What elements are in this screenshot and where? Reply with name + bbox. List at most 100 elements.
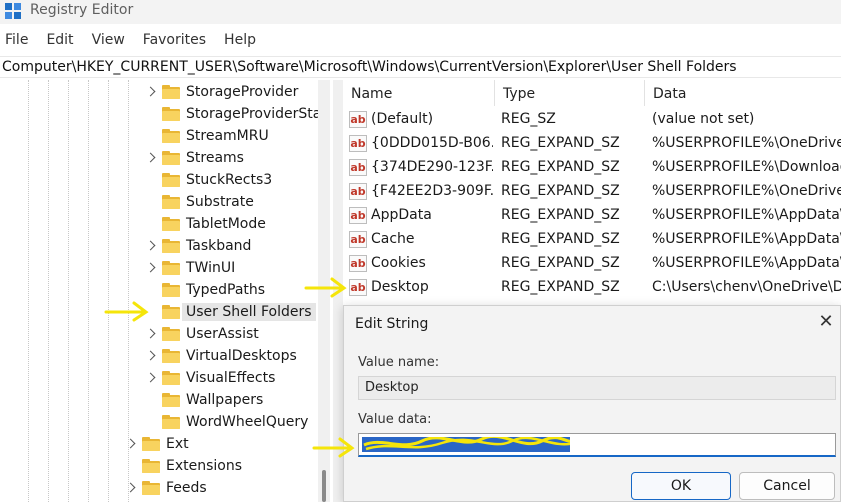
tree-item-user-shell-folders[interactable]: User Shell Folders [146,301,316,323]
value-name: AppData [371,207,432,223]
value-row[interactable]: ab Cache REG_EXPAND_SZ %USERPROFILE%\App… [343,228,841,252]
folder-icon [162,195,180,209]
folder-icon [162,129,180,143]
value-data: C:\Users\chenv\OneDrive\De [652,279,841,295]
folder-icon [162,283,180,297]
folder-icon [162,239,180,253]
tree-item-label: Extensions [166,458,243,474]
value-row-desktop[interactable]: ab Desktop REG_EXPAND_SZ C:\Users\chenv\… [343,276,841,300]
tree-item-label: Feeds [166,480,207,496]
chevron-right-icon[interactable] [146,351,156,361]
folder-icon [162,415,180,429]
tree-item-wallpapers[interactable]: Wallpapers [146,389,263,411]
edit-string-dialog: Edit String ✕ Value name: Desktop Value … [343,305,841,502]
tree-item-label: VisualEffects [186,370,276,386]
chevron-right-icon[interactable] [146,87,156,97]
value-name: Desktop [371,279,429,295]
value-name: {0DDD015D-B06... [371,135,493,151]
value-row[interactable]: ab {0DDD015D-B06... REG_EXPAND_SZ %USERP… [343,132,841,156]
ok-button[interactable]: OK [631,472,731,500]
chevron-right-icon[interactable] [126,439,136,449]
tree-item-taskband[interactable]: Taskband [146,235,251,257]
address-bar[interactable]: Computer\HKEY_CURRENT_USER\Software\Micr… [0,56,841,78]
value-name: Cookies [371,255,426,271]
value-data-input[interactable] [358,433,836,457]
string-value-icon: ab [349,255,367,272]
tree-item-label: UserAssist [186,326,259,342]
tree-item-tabletmode[interactable]: TabletMode [146,213,266,235]
value-row[interactable]: ab {F42EE2D3-909F... REG_EXPAND_SZ %USER… [343,180,841,204]
tree-item-ext[interactable]: Ext [126,433,189,455]
folder-icon [162,261,180,275]
value-type: REG_EXPAND_SZ [501,183,620,199]
close-icon[interactable]: ✕ [818,313,834,331]
column-header-type[interactable]: Type [495,80,645,106]
tree-item-stuckrects3[interactable]: StuckRects3 [146,169,272,191]
tree-item-feeds[interactable]: Feeds [126,477,207,499]
values-list[interactable]: Name Type Data ab (Default) REG_SZ (valu… [343,80,841,310]
tree-item-wordwheelquery[interactable]: WordWheelQuery [146,411,308,433]
tree-scrollbar-thumb[interactable] [322,470,326,502]
window-title: Registry Editor [30,2,134,18]
value-name: {F42EE2D3-909F... [371,183,493,199]
chevron-right-icon[interactable] [126,483,136,493]
tree-guide-line [28,80,29,502]
tree-item-visualeffects[interactable]: VisualEffects [146,367,275,389]
address-path[interactable]: Computer\HKEY_CURRENT_USER\Software\Micr… [2,59,737,75]
annotation-arrow-icon [312,437,355,458]
tree-item-userassist[interactable]: UserAssist [146,323,259,345]
menu-edit[interactable]: Edit [42,28,81,54]
cancel-button[interactable]: Cancel [739,472,835,500]
tree-item-extensions[interactable]: Extensions [126,455,242,477]
folder-icon [142,459,160,473]
value-row[interactable]: ab (Default) REG_SZ (value not set) [343,108,841,132]
value-data: %USERPROFILE%\OneDrive\P [652,135,841,151]
menu-view[interactable]: View [88,28,133,54]
value-data: %USERPROFILE%\OneDrive\P [652,183,841,199]
value-type: REG_EXPAND_SZ [501,207,620,223]
value-type: REG_EXPAND_SZ [501,231,620,247]
tree-item-streammru[interactable]: StreamMRU [146,125,269,147]
string-value-icon: ab [349,183,367,200]
value-row[interactable]: ab AppData REG_EXPAND_SZ %USERPROFILE%\A… [343,204,841,228]
chevron-right-icon[interactable] [146,241,156,251]
value-name-text: Desktop [365,380,419,395]
column-header-data[interactable]: Data [645,80,841,106]
tree-item-label: StorageProviderStat [186,106,327,122]
folder-icon [162,85,180,99]
tree-guide-line [88,80,89,502]
folder-icon [162,371,180,385]
annotation-arrow-icon [304,277,347,298]
tree-item-twinui[interactable]: TWinUI [146,257,235,279]
value-row[interactable]: ab Cookies REG_EXPAND_SZ %USERPROFILE%\A… [343,252,841,276]
column-header-name[interactable]: Name [343,80,495,106]
key-tree[interactable]: StorageProvider StorageProviderStat Stre… [0,80,330,502]
chevron-right-icon[interactable] [146,263,156,273]
menu-favorites[interactable]: Favorites [139,28,214,54]
tree-item-storageproviderstat[interactable]: StorageProviderStat [146,103,327,125]
tree-item-label: WordWheelQuery [186,414,309,430]
value-data: %USERPROFILE%\AppData\R [652,207,841,223]
chevron-right-icon[interactable] [146,329,156,339]
tree-item-label: TWinUI [186,260,236,276]
folder-icon [162,173,180,187]
chevron-right-icon[interactable] [146,373,156,383]
tree-guide-line [68,80,69,502]
value-data: %USERPROFILE%\AppData\L [652,231,841,247]
value-row[interactable]: ab {374DE290-123F... REG_EXPAND_SZ %USER… [343,156,841,180]
string-value-icon: ab [349,135,367,152]
value-type: REG_EXPAND_SZ [501,279,620,295]
value-data: %USERPROFILE%\AppData\L [652,255,841,271]
dialog-title: Edit String [355,316,429,332]
tree-item-streams[interactable]: Streams [146,147,244,169]
tree-item-substrate[interactable]: Substrate [146,191,254,213]
menu-file[interactable]: File [0,28,36,54]
folder-icon [162,349,180,363]
menu-help[interactable]: Help [220,28,264,54]
tree-item-virtualdesktops[interactable]: VirtualDesktops [146,345,297,367]
tree-item-label: TabletMode [186,216,266,232]
chevron-right-icon[interactable] [146,153,156,163]
tree-item-storageprovider[interactable]: StorageProvider [146,81,298,103]
tree-guide-line [108,80,109,502]
tree-item-typedpaths[interactable]: TypedPaths [146,279,265,301]
